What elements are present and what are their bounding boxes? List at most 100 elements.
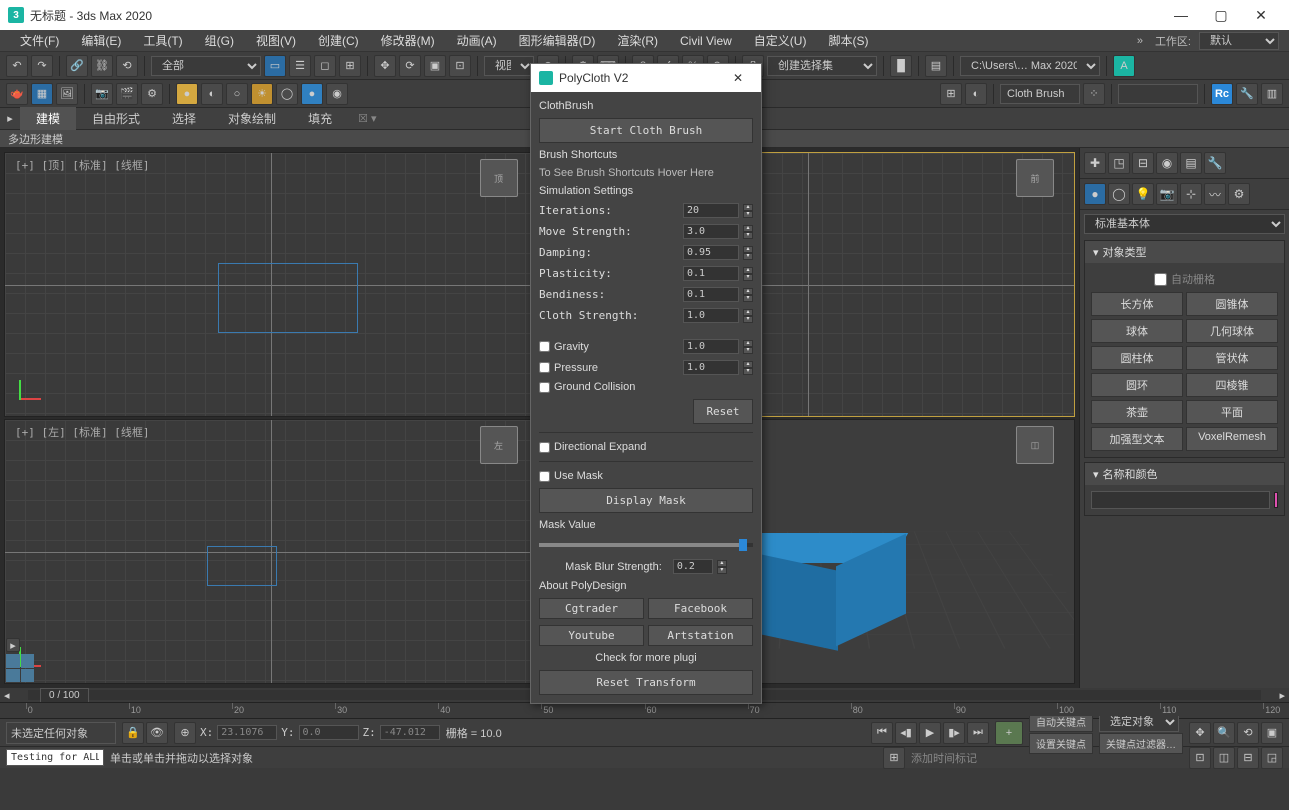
coord-y-input[interactable]: [299, 725, 359, 740]
use-mask-checkbox[interactable]: Use Mask: [539, 470, 753, 482]
tab-create-icon[interactable]: ✚: [1084, 152, 1106, 174]
gravity-checkbox[interactable]: Gravity: [539, 341, 589, 353]
object-name-input[interactable]: [1091, 491, 1270, 509]
scale-button[interactable]: ▣: [424, 55, 446, 77]
light-sun-icon[interactable]: ☀: [251, 83, 273, 105]
obj-box-button[interactable]: 长方体: [1091, 292, 1183, 316]
named-sel-set[interactable]: 创建选择集: [767, 56, 877, 76]
redo-button[interactable]: ↷: [31, 55, 53, 77]
light-sky-icon[interactable]: ◯: [276, 83, 298, 105]
cgtrader-button[interactable]: Cgtrader: [539, 598, 644, 619]
ribbon-toggle-icon[interactable]: ▸: [0, 112, 20, 125]
ribbon-tab-freeform[interactable]: 自由形式: [76, 107, 156, 130]
goto-start-button[interactable]: ⏮: [871, 722, 893, 744]
cameras-icon[interactable]: 📷: [1156, 183, 1178, 205]
add-time-tag[interactable]: 添加时间标记: [911, 750, 977, 766]
menu-group[interactable]: 组(G): [195, 30, 244, 51]
window-crossing-button[interactable]: ⊞: [339, 55, 361, 77]
nav-zoom-icon[interactable]: 🔍: [1213, 722, 1235, 744]
camera-icon[interactable]: 📷: [91, 83, 113, 105]
teapot-icon[interactable]: 🫖: [6, 83, 28, 105]
prev-frame-button[interactable]: ◂▮: [895, 722, 917, 744]
nav-pan-icon[interactable]: ✥: [1189, 722, 1211, 744]
render-setup-button[interactable]: ▦: [31, 83, 53, 105]
coord-z-input[interactable]: [380, 725, 440, 740]
menu-animation[interactable]: 动画(A): [447, 30, 507, 51]
nav-region-icon[interactable]: ⊟: [1237, 747, 1259, 769]
mirror-button[interactable]: ▐▌: [890, 55, 912, 77]
viewcube-icon[interactable]: 顶: [480, 159, 518, 197]
film-icon[interactable]: 🎬: [116, 83, 138, 105]
brush-field[interactable]: [1000, 84, 1080, 104]
obj-textplus-button[interactable]: 加强型文本: [1091, 427, 1183, 451]
isolate-icon[interactable]: 👁: [146, 722, 168, 744]
facebook-button[interactable]: Facebook: [648, 598, 753, 619]
color-swatch[interactable]: [1274, 492, 1278, 508]
rotate-button[interactable]: ⟳: [399, 55, 421, 77]
menu-tools[interactable]: 工具(T): [133, 30, 192, 51]
autodesk-button[interactable]: A: [1113, 55, 1135, 77]
render-frame-button[interactable]: 🖼: [56, 83, 78, 105]
menu-render[interactable]: 渲染(R): [607, 30, 668, 51]
selection-filter[interactable]: 全部: [151, 56, 261, 76]
empty-field[interactable]: [1118, 84, 1198, 104]
rc-button[interactable]: Rc: [1211, 83, 1233, 105]
artstation-button[interactable]: Artstation: [648, 625, 753, 646]
link-button[interactable]: 🔗: [66, 55, 88, 77]
systems-icon[interactable]: ⚙: [1228, 183, 1250, 205]
setkey-button[interactable]: 设置关键点: [1029, 733, 1093, 754]
brush-settings-icon[interactable]: ⁘: [1083, 83, 1105, 105]
menu-create[interactable]: 创建(C): [308, 30, 369, 51]
bendiness-input[interactable]: [683, 287, 739, 302]
obj-geosphere-button[interactable]: 几何球体: [1186, 319, 1278, 343]
goto-end-button[interactable]: ⏭: [967, 722, 989, 744]
bind-button[interactable]: ⟲: [116, 55, 138, 77]
obj-pyramid-button[interactable]: 四棱锥: [1186, 373, 1278, 397]
nav-fov-icon[interactable]: ◫: [1213, 747, 1235, 769]
check-plugins-link[interactable]: Check for more plugi: [539, 652, 753, 664]
autogrid-checkbox[interactable]: 自动栅格: [1091, 269, 1278, 289]
timeline[interactable]: 0102030405060708090100110120: [0, 702, 1289, 716]
obj-cone-button[interactable]: 圆锥体: [1186, 292, 1278, 316]
youtube-button[interactable]: Youtube: [539, 625, 644, 646]
viewport-layout-switcher[interactable]: ▸: [6, 638, 34, 682]
directional-expand-checkbox[interactable]: Directional Expand: [539, 441, 753, 453]
gravity-input[interactable]: [683, 339, 739, 354]
dialog-close-button[interactable]: ✕: [723, 71, 753, 85]
select-object-button[interactable]: ▭: [264, 55, 286, 77]
coord-x-input[interactable]: [217, 725, 277, 740]
pressure-checkbox[interactable]: Pressure: [539, 362, 598, 374]
obj-plane-button[interactable]: 平面: [1186, 400, 1278, 424]
reset-transform-button[interactable]: Reset Transform: [539, 670, 753, 695]
menu-civilview[interactable]: Civil View: [670, 32, 742, 50]
minimize-button[interactable]: —: [1161, 0, 1201, 30]
play-icon[interactable]: ▸: [6, 638, 20, 652]
movestrength-input[interactable]: [683, 224, 739, 239]
shortcut-hover-hint[interactable]: To See Brush Shortcuts Hover Here: [539, 167, 753, 179]
key-filters-button[interactable]: 关键点过滤器…: [1099, 733, 1183, 754]
rollout-head-namecolor[interactable]: ▾ 名称和颜色: [1085, 463, 1284, 485]
material-icon[interactable]: ●: [301, 83, 323, 105]
ribbon-tab-objectpaint[interactable]: 对象绘制: [212, 107, 292, 130]
obj-torus-button[interactable]: 圆环: [1091, 373, 1183, 397]
obj-teapot-button[interactable]: 茶壶: [1091, 400, 1183, 424]
tab-hierarchy-icon[interactable]: ⊟: [1132, 152, 1154, 174]
light-direct-icon[interactable]: ○: [226, 83, 248, 105]
iterations-input[interactable]: [683, 203, 739, 218]
light-spot-icon[interactable]: ◐: [201, 83, 223, 105]
transform-type-icon[interactable]: ⊕: [174, 722, 196, 744]
menu-file[interactable]: 文件(F): [10, 30, 69, 51]
place-button[interactable]: ⊡: [449, 55, 471, 77]
light-omni-icon[interactable]: ●: [176, 83, 198, 105]
unlink-button[interactable]: ⛓: [91, 55, 113, 77]
nav-orbit-icon[interactable]: ⟲: [1237, 722, 1259, 744]
maxscript-listener[interactable]: [6, 749, 104, 766]
panel-icon[interactable]: ▥: [1261, 83, 1283, 105]
vp-label-left[interactable]: [+] [左] [标准] [线框]: [15, 424, 149, 440]
move-button[interactable]: ✥: [374, 55, 396, 77]
helpers-icon[interactable]: ⊹: [1180, 183, 1202, 205]
polycloth-dialog[interactable]: PolyCloth V2 ✕ ClothBrush Start Cloth Br…: [530, 63, 762, 704]
menu-edit[interactable]: 编辑(E): [71, 30, 131, 51]
ground-collision-checkbox[interactable]: Ground Collision: [539, 381, 753, 393]
close-button[interactable]: ✕: [1241, 0, 1281, 30]
